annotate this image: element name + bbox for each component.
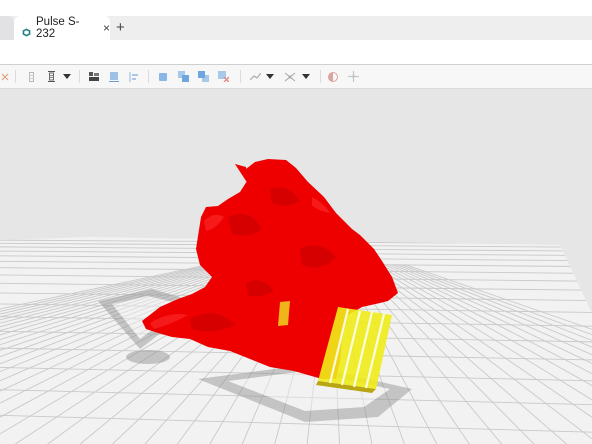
cube-icon[interactable] [156, 65, 170, 88]
line-tool-icon[interactable] [248, 65, 262, 88]
split-icon[interactable] [346, 65, 360, 88]
toggle-icon[interactable] [25, 65, 37, 88]
shape-tool-icon[interactable] [283, 65, 297, 88]
3d-viewport[interactable] [0, 89, 592, 444]
previous-tab-edge[interactable] [0, 16, 14, 40]
tab-pulse-s232[interactable]: Pulse S-232 × [14, 16, 110, 40]
address-bar[interactable] [0, 40, 592, 65]
close-icon[interactable] [0, 65, 10, 88]
tab-close-icon[interactable]: × [103, 22, 110, 34]
dropdown-icon[interactable] [300, 65, 312, 88]
dropdown-icon[interactable] [61, 65, 73, 88]
contrast-icon[interactable] [326, 65, 340, 88]
toolbar [0, 65, 592, 89]
dropdown-icon[interactable] [264, 65, 276, 88]
new-tab-button[interactable]: + [116, 19, 125, 36]
tab-title: Pulse S-232 [36, 16, 80, 40]
align-icon[interactable] [127, 65, 141, 88]
app-logo-icon [22, 24, 31, 37]
cube-delete-icon[interactable] [216, 65, 230, 88]
layer-icon[interactable] [45, 65, 57, 88]
cube-back-icon[interactable] [196, 65, 210, 88]
window-top-strip [0, 0, 592, 16]
layout-icon[interactable] [107, 65, 121, 88]
grid-icon[interactable] [87, 65, 101, 88]
cube-front-icon[interactable] [176, 65, 190, 88]
